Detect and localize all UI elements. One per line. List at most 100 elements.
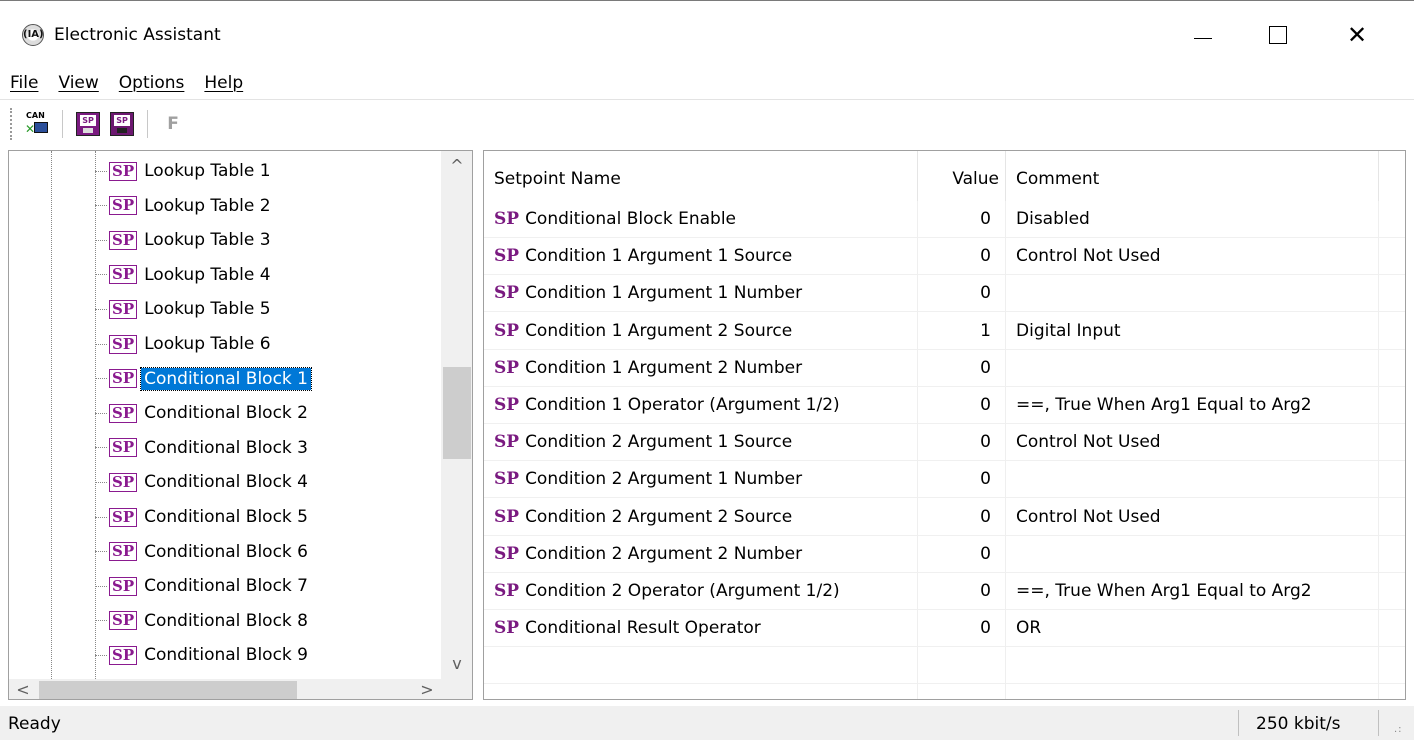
setpoint-name-cell: SP Condition 2 Argument 1 Number xyxy=(484,460,918,498)
value-cell xyxy=(918,646,1006,684)
value-cell xyxy=(918,684,1006,699)
tree-item[interactable]: SP Lookup Table 3 xyxy=(95,225,274,255)
table-row[interactable]: SP Condition 2 Argument 2 Source 0 Control … xyxy=(484,498,1405,536)
tree-connector xyxy=(95,551,107,553)
toolbar-grip[interactable] xyxy=(10,108,14,140)
table-row[interactable]: SP Condition 1 Argument 2 Source 1 Digital … xyxy=(484,312,1405,350)
tree-connector xyxy=(95,205,107,207)
open-setpoint-file-button[interactable]: SP xyxy=(73,109,103,139)
tree-vertical-scrollbar[interactable]: ^ v xyxy=(441,151,472,679)
tree-connector xyxy=(95,239,107,241)
setpoint-icon: SP xyxy=(494,209,520,229)
flash-button[interactable]: F xyxy=(158,109,188,139)
setpoint-icon: SP xyxy=(109,369,138,389)
tree-item[interactable]: SP Conditional Block 2 xyxy=(95,398,311,428)
scroll-up-icon[interactable]: ^ xyxy=(441,151,472,181)
setpoint-name: Condition 2 Argument 2 Source xyxy=(525,506,793,527)
tree-item-label: Conditional Block 1 xyxy=(140,366,312,391)
menu-bar: File View Options Help xyxy=(0,66,1414,100)
setpoint-icon: SP xyxy=(109,611,138,631)
minimize-button[interactable] xyxy=(1180,15,1226,55)
setpoint-name-cell: SP Condition 1 Operator (Argument 1/2) xyxy=(484,386,918,424)
status-separator xyxy=(1238,710,1239,736)
tree-item[interactable]: SP Lookup Table 1 xyxy=(95,156,274,186)
resize-grip-icon[interactable]: .: xyxy=(1394,724,1403,735)
tree-item[interactable]: SP Conditional Block 8 xyxy=(95,606,311,636)
tree-item[interactable]: SP Lookup Table 2 xyxy=(95,191,274,221)
tree-connector xyxy=(95,308,107,310)
menu-file[interactable]: File xyxy=(10,73,38,93)
status-text: Ready xyxy=(8,714,61,734)
tree-connector xyxy=(95,585,107,587)
empty-cell xyxy=(1379,647,1405,684)
tree-item[interactable]: SP Conditional Block 6 xyxy=(95,537,311,567)
tree-horizontal-scrollbar[interactable]: < > xyxy=(9,679,441,699)
setpoint-icon: SP xyxy=(109,645,138,665)
setpoint-icon: SP xyxy=(109,196,138,216)
scroll-thumb[interactable] xyxy=(443,367,471,459)
setpoint-name-cell xyxy=(484,646,918,684)
can-icon-monitor xyxy=(34,122,48,133)
value-cell: 0 xyxy=(918,572,1006,610)
toolbar: CAN ✕ SP SP F xyxy=(0,100,1414,148)
table-row[interactable]: SP Condition 1 Argument 1 Source 0 Control … xyxy=(484,237,1405,276)
menu-view[interactable]: View xyxy=(58,73,98,93)
column-header-comment[interactable]: Comment xyxy=(1006,151,1379,207)
setpoint-name-cell: SP Condition 1 Argument 1 Number xyxy=(484,274,918,312)
scroll-left-icon[interactable]: < xyxy=(9,679,37,699)
column-header-setpoint-name[interactable]: Setpoint Name xyxy=(484,151,918,207)
comment-cell: Disabled xyxy=(1006,200,1379,238)
tree-item[interactable]: SP Lookup Table 6 xyxy=(95,329,274,359)
tree-item-label: Lookup Table 1 xyxy=(144,161,271,181)
scroll-down-icon[interactable]: v xyxy=(441,649,472,679)
table-row[interactable]: SP Condition 2 Argument 1 Source 0 Control … xyxy=(484,423,1405,462)
table-row[interactable]: SP Condition 2 Argument 2 Number 0 xyxy=(484,535,1405,573)
toolbar-separator xyxy=(62,110,63,138)
tree-view[interactable]: SP Lookup Table 1 SP Lookup Table 2 SP Lookup… xyxy=(9,151,441,679)
comment-cell: OR xyxy=(1006,609,1379,647)
baud-rate: 250 kbit/s xyxy=(1256,714,1341,734)
tree-item[interactable]: SP Conditional Block 4 xyxy=(95,467,311,497)
table-row[interactable]: SP Condition 1 Operator (Argument 1/2) 0 ==… xyxy=(484,386,1405,424)
value-cell: 1 xyxy=(918,312,1006,350)
save-setpoint-file-button[interactable]: SP xyxy=(107,109,137,139)
comment-cell: Control Not Used xyxy=(1006,498,1379,536)
close-button[interactable]: ✕ xyxy=(1334,15,1380,55)
table-row[interactable]: SP Conditional Block Enable 0 Disabled xyxy=(484,200,1405,238)
setpoint-icon: SP xyxy=(494,506,520,527)
tree-item[interactable]: SP Conditional Block 9 xyxy=(95,640,311,670)
table-row[interactable]: SP Condition 2 Operator (Argument 1/2) 0 ==… xyxy=(484,572,1405,610)
open-setpoint-icon: SP xyxy=(76,112,100,136)
table-row[interactable]: SP Condition 2 Argument 1 Number 0 xyxy=(484,460,1405,499)
can-connect-button[interactable]: CAN ✕ xyxy=(22,109,52,139)
save-setpoint-icon-label: SP xyxy=(114,115,130,126)
scroll-right-icon[interactable]: > xyxy=(413,679,441,699)
setpoint-name-cell: SP Conditional Block Enable xyxy=(484,200,918,238)
tree-item[interactable]: SP Conditional Block 1 xyxy=(95,364,312,394)
value-cell: 0 xyxy=(918,609,1006,647)
tree-connector xyxy=(95,343,107,345)
tree-item[interactable]: SP Lookup Table 5 xyxy=(95,294,274,324)
tree-item[interactable]: SP Conditional Block 3 xyxy=(95,433,311,463)
empty-cell xyxy=(1379,461,1405,498)
setpoint-icon: SP xyxy=(109,230,138,250)
tree-item[interactable]: SP Lookup Table 4 xyxy=(95,260,274,290)
setpoint-name-cell: SP Condition 2 Operator (Argument 1/2) xyxy=(484,572,918,610)
table-row[interactable]: SP Conditional Result Operator 0 OR xyxy=(484,609,1405,648)
setpoint-icon: SP xyxy=(109,265,138,285)
setpoint-name: Condition 2 Argument 1 Number xyxy=(525,469,803,490)
menu-help[interactable]: Help xyxy=(204,73,243,93)
scroll-thumb[interactable] xyxy=(39,681,297,699)
setpoint-name-cell xyxy=(484,684,918,699)
empty-cell xyxy=(1379,535,1405,572)
column-header-value[interactable]: Value xyxy=(918,151,1006,207)
menu-options[interactable]: Options xyxy=(119,73,185,93)
tree-item[interactable]: SP Conditional Block 5 xyxy=(95,502,311,532)
table-row[interactable]: SP Condition 1 Argument 2 Number 0 xyxy=(484,349,1405,387)
close-icon: ✕ xyxy=(1346,21,1368,49)
setpoint-icon: SP xyxy=(109,334,138,354)
tree-item[interactable]: SP Conditional Block 7 xyxy=(95,571,311,601)
table-row[interactable]: SP Condition 1 Argument 1 Number 0 xyxy=(484,274,1405,313)
maximize-button[interactable] xyxy=(1255,15,1301,55)
setpoint-icon: SP xyxy=(109,161,138,181)
